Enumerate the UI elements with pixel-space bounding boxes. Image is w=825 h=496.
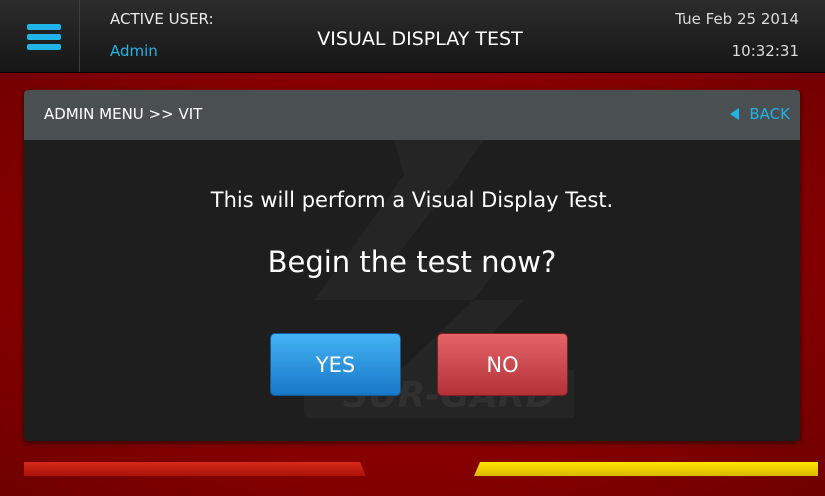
screen-title: VISUAL DISPLAY TEST — [317, 28, 523, 50]
active-user-label: ACTIVE USER: — [110, 10, 214, 28]
back-label: BACK — [749, 105, 790, 123]
confirm-question: Begin the test now? — [267, 245, 557, 279]
breadcrumb: ADMIN MENU >> VIT — [44, 105, 203, 123]
top-bar: ACTIVE USER: Admin VISUAL DISPLAY TEST T… — [0, 0, 825, 73]
dialog-panel: ADMIN MENU >> VIT BACK SUR-GARD This wil… — [24, 90, 800, 441]
yes-button[interactable]: YES — [270, 333, 401, 396]
info-message: This will perform a Visual Display Test. — [210, 188, 614, 212]
menu-button[interactable] — [0, 0, 80, 72]
triangle-left-icon — [730, 108, 740, 120]
footer-stripe-red — [24, 462, 366, 476]
no-button[interactable]: NO — [437, 333, 568, 396]
content-area: ADMIN MENU >> VIT BACK SUR-GARD This wil… — [0, 73, 825, 496]
time-display: 10:32:31 — [731, 42, 799, 60]
back-button[interactable]: BACK — [730, 105, 790, 123]
yes-button-label: YES — [315, 352, 356, 377]
no-button-label: NO — [486, 352, 519, 377]
active-user-name: Admin — [110, 42, 158, 60]
footer-stripe-yellow — [474, 462, 818, 476]
date-display: Tue Feb 25 2014 — [675, 10, 799, 28]
